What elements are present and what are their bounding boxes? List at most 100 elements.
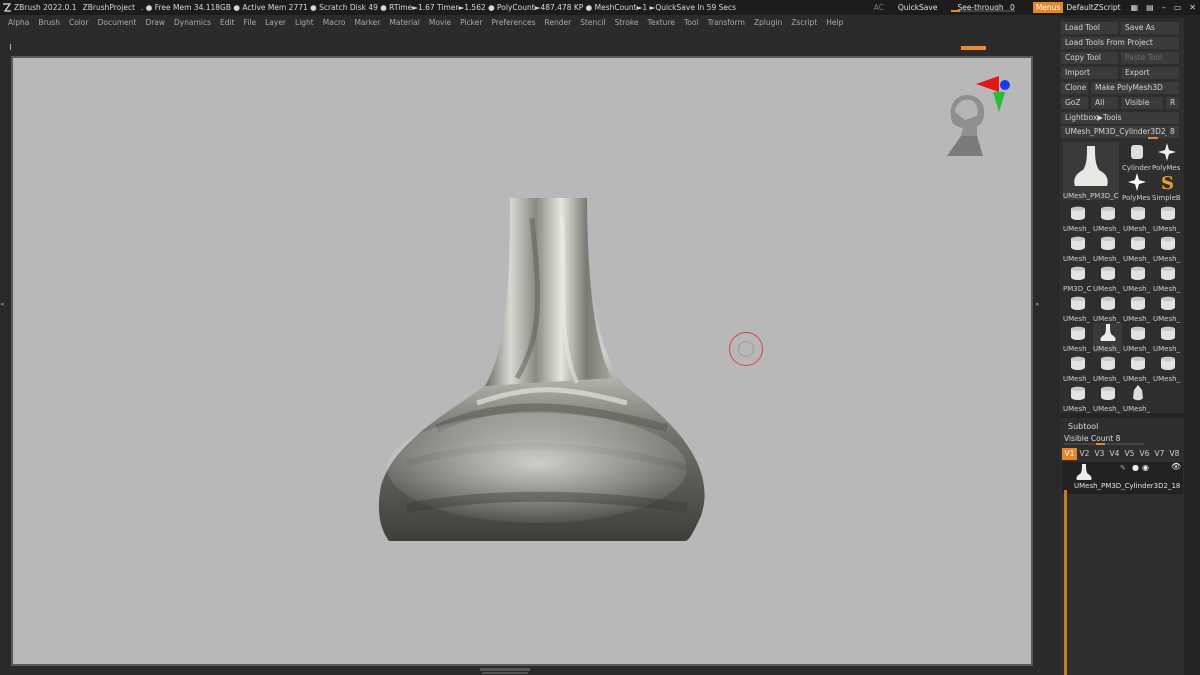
make-polymesh-button[interactable]: Make PolyMesh3D	[1091, 82, 1179, 94]
tool-thumbnail[interactable]: UMesh_	[1063, 383, 1092, 413]
tool-thumbnail[interactable]: UMesh_	[1063, 203, 1092, 233]
version-tab-v7[interactable]: V7	[1152, 448, 1167, 460]
goz-all-button[interactable]: All	[1091, 97, 1118, 109]
menu-marker[interactable]: Marker	[354, 18, 380, 27]
tool-thumbnail[interactable]: UMesh_	[1063, 293, 1092, 323]
subtool-header[interactable]: Subtool	[1068, 422, 1098, 431]
clone-button[interactable]: Clone	[1061, 82, 1088, 94]
copy-tool-button[interactable]: Copy Tool	[1061, 52, 1118, 64]
version-tab-v2[interactable]: V2	[1077, 448, 1092, 460]
tool-thumbnail[interactable]: UMesh_	[1093, 263, 1122, 293]
menu-zplugin[interactable]: Zplugin	[754, 18, 782, 27]
tool-thumbnail[interactable]: UMesh_	[1123, 323, 1152, 353]
menu-edit[interactable]: Edit	[220, 18, 235, 27]
menu-brush[interactable]: Brush	[38, 18, 60, 27]
tool-cylinder[interactable]: Cylinder	[1122, 142, 1151, 172]
lightbox-tools-button[interactable]: Lightbox▶Tools	[1061, 112, 1179, 124]
import-button[interactable]: Import	[1061, 67, 1118, 79]
ac-button[interactable]: AC	[866, 3, 892, 12]
tool-thumbnail[interactable]: UMesh_	[1153, 293, 1182, 323]
document-canvas[interactable]	[13, 58, 1031, 664]
tool-thumbnail[interactable]: UMesh_	[1153, 263, 1182, 293]
tool-thumbnail[interactable]: UMesh_	[1153, 233, 1182, 263]
tool-thumbnail[interactable]: UMesh_	[1093, 323, 1122, 353]
current-tool-thumbnail[interactable]: UMesh_PM3D_C	[1063, 142, 1119, 200]
minimize-icon[interactable]: –	[1158, 3, 1170, 12]
tool-thumbnail[interactable]: UMesh_	[1063, 353, 1092, 383]
paste-tool-button[interactable]: Paste Tool	[1121, 52, 1179, 64]
layout-icon[interactable]: ▦	[1127, 3, 1143, 12]
menu-file[interactable]: File	[244, 18, 257, 27]
menu-material[interactable]: Material	[389, 18, 419, 27]
subtool-scrollbar[interactable]	[1064, 490, 1067, 675]
version-tab-v4[interactable]: V4	[1107, 448, 1122, 460]
bottom-panel-handle-2[interactable]	[482, 672, 528, 674]
tool-polymesh-star-2[interactable]: PolyMes	[1122, 172, 1151, 202]
quicksave-button[interactable]: QuickSave	[892, 3, 952, 12]
tool-polymesh-star[interactable]: PolyMes	[1152, 142, 1181, 172]
tool-thumbnail[interactable]: UMesh_	[1123, 203, 1152, 233]
tool-thumbnail[interactable]: UMesh_	[1123, 293, 1152, 323]
menu-preferences[interactable]: Preferences	[491, 18, 535, 27]
version-tab-v8[interactable]: V8	[1167, 448, 1182, 460]
menu-movie[interactable]: Movie	[429, 18, 451, 27]
maximize-icon[interactable]: ▭	[1170, 3, 1186, 12]
tool-thumbnail[interactable]: UMesh_	[1093, 383, 1122, 413]
subtool-brush-icon[interactable]: ✎	[1120, 464, 1126, 472]
tool-thumbnail[interactable]: UMesh_	[1153, 203, 1182, 233]
load-tools-from-project-button[interactable]: Load Tools From Project	[1061, 37, 1179, 49]
visible-count-slider[interactable]: Visible Count 8	[1064, 434, 1120, 443]
subtool-item[interactable]: ✎ ● ◉ 👁 UMesh_PM3D_Cylinder3D2_18	[1062, 462, 1183, 494]
tool-thumbnail[interactable]: UMesh_	[1153, 353, 1182, 383]
menu-color[interactable]: Color	[69, 18, 89, 27]
left-panel-handle[interactable]: ◂	[0, 300, 6, 350]
subtool-visibility-icon[interactable]: 👁	[1171, 462, 1181, 471]
tool-simple-brush[interactable]: S SimpleB	[1152, 172, 1181, 202]
menu-layer[interactable]: Layer	[265, 18, 286, 27]
menu-stencil[interactable]: Stencil	[580, 18, 605, 27]
tool-thumbnail[interactable]: UMesh_	[1093, 233, 1122, 263]
version-tab-v6[interactable]: V6	[1137, 448, 1152, 460]
menu-picker[interactable]: Picker	[460, 18, 482, 27]
menus-button[interactable]: Menus	[1032, 2, 1064, 13]
goz-r-button[interactable]: R	[1166, 97, 1179, 109]
tool-thumbnail[interactable]: UMesh_	[1123, 353, 1152, 383]
subtool-dot-icon[interactable]: ●	[1132, 463, 1139, 472]
tool-thumbnail[interactable]: UMesh_	[1093, 353, 1122, 383]
tool-thumbnail[interactable]: PM3D_C	[1063, 263, 1092, 293]
close-icon[interactable]: ✕	[1185, 3, 1200, 12]
load-tool-button[interactable]: Load Tool	[1061, 22, 1118, 34]
export-button[interactable]: Export	[1121, 67, 1179, 79]
tool-thumbnail[interactable]: UMesh_	[1123, 383, 1152, 413]
menu-alpha[interactable]: Alpha	[8, 18, 29, 27]
tool-thumbnail[interactable]: UMesh_	[1063, 233, 1092, 263]
menu-zscript[interactable]: Zscript	[791, 18, 817, 27]
menu-render[interactable]: Render	[545, 18, 572, 27]
tool-thumbnail[interactable]: UMesh_	[1093, 203, 1122, 233]
menu-document[interactable]: Document	[98, 18, 137, 27]
tool-thumbnail[interactable]: UMesh_	[1123, 233, 1152, 263]
tool-thumbnail[interactable]: UMesh_	[1123, 263, 1152, 293]
version-tab-v3[interactable]: V3	[1092, 448, 1107, 460]
palette-icon[interactable]: ▤	[1142, 3, 1158, 12]
default-zscript-button[interactable]: DefaultZScript	[1066, 3, 1126, 12]
see-through-slider[interactable]: See-through 0	[951, 3, 1020, 12]
save-as-button[interactable]: Save As	[1121, 22, 1179, 34]
menu-dynamics[interactable]: Dynamics	[174, 18, 211, 27]
goz-button[interactable]: GoZ	[1061, 97, 1088, 109]
version-tab-v1[interactable]: V1	[1062, 448, 1077, 460]
version-tab-v5[interactable]: V5	[1122, 448, 1137, 460]
menu-stroke[interactable]: Stroke	[615, 18, 639, 27]
right-panel-handle[interactable]: ▸	[1036, 300, 1042, 350]
vase-model[interactable]	[367, 198, 707, 543]
menu-macro[interactable]: Macro	[323, 18, 346, 27]
tool-thumbnail[interactable]: UMesh_	[1153, 323, 1182, 353]
subtool-polypaint-icon[interactable]: ◉	[1142, 463, 1149, 472]
tool-thumbnail[interactable]: UMesh_	[1063, 323, 1092, 353]
goz-visible-button[interactable]: Visible	[1121, 97, 1163, 109]
menu-draw[interactable]: Draw	[145, 18, 165, 27]
menu-texture[interactable]: Texture	[648, 18, 675, 27]
tool-thumbnail[interactable]: UMesh_	[1093, 293, 1122, 323]
menu-help[interactable]: Help	[826, 18, 843, 27]
menu-light[interactable]: Light	[295, 18, 314, 27]
